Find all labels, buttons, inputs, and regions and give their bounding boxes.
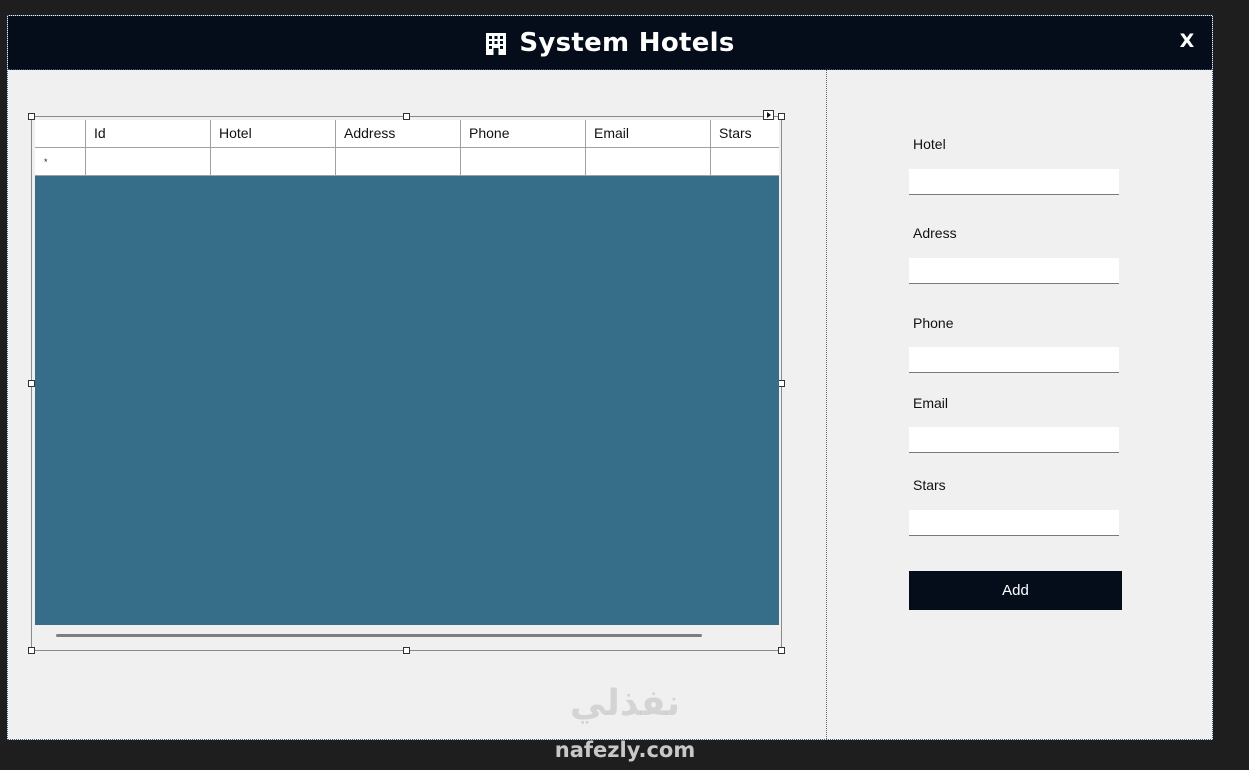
resize-handle-top-right[interactable]: [778, 113, 785, 120]
column-header-hotel[interactable]: Hotel: [211, 120, 336, 147]
cell-hotel[interactable]: [211, 148, 336, 175]
cell-phone[interactable]: [461, 148, 586, 175]
window-title-text: System Hotels: [519, 28, 735, 58]
grid-header-row: Id Hotel Address Phone Email Stars: [35, 120, 779, 148]
column-header-stars[interactable]: Stars: [711, 120, 779, 147]
close-button[interactable]: X: [1176, 28, 1198, 54]
column-header-address[interactable]: Address: [336, 120, 461, 147]
cell-address[interactable]: [336, 148, 461, 175]
phone-input[interactable]: [909, 347, 1119, 373]
resize-handle-right[interactable]: [778, 380, 785, 387]
hotel-building-icon: [486, 33, 507, 55]
email-label: Email: [913, 395, 949, 411]
hotel-label: Hotel: [913, 136, 946, 152]
scrollbar-thumb[interactable]: [56, 634, 702, 637]
resize-handle-top[interactable]: [403, 113, 410, 120]
resize-handle-top-left[interactable]: [28, 113, 35, 120]
smart-tag-arrow-icon[interactable]: [763, 110, 774, 120]
address-input[interactable]: [909, 258, 1119, 284]
title-bar: System Hotels X: [8, 16, 1212, 70]
resize-handle-bottom-left[interactable]: [28, 647, 35, 654]
hotels-data-grid[interactable]: Id Hotel Address Phone Email Stars *: [35, 120, 779, 645]
horizontal-scrollbar[interactable]: [35, 625, 779, 647]
window-title: System Hotels: [8, 16, 1212, 70]
hotel-system-window: System Hotels X Id Hotel Address Phone E…: [7, 15, 1213, 740]
email-input[interactable]: [909, 427, 1119, 453]
phone-label: Phone: [913, 315, 954, 331]
hotel-input[interactable]: [909, 169, 1119, 195]
cell-email[interactable]: [586, 148, 711, 175]
column-header-phone[interactable]: Phone: [461, 120, 586, 147]
new-row-marker-icon: *: [44, 157, 48, 167]
row-header-cell[interactable]: *: [35, 148, 86, 175]
watermark-latin-text: nafezly.com: [554, 738, 696, 762]
stars-input[interactable]: [909, 510, 1119, 536]
add-button[interactable]: Add: [909, 571, 1122, 610]
cell-stars[interactable]: [711, 148, 779, 175]
stars-label: Stars: [913, 477, 946, 493]
table-row[interactable]: *: [35, 148, 779, 176]
cell-id[interactable]: [86, 148, 211, 175]
resize-handle-left[interactable]: [28, 380, 35, 387]
grid-corner-cell[interactable]: [35, 120, 86, 147]
column-header-email[interactable]: Email: [586, 120, 711, 147]
column-header-id[interactable]: Id: [86, 120, 211, 147]
resize-handle-bottom[interactable]: [403, 647, 410, 654]
resize-handle-bottom-right[interactable]: [778, 647, 785, 654]
address-label: Adress: [913, 225, 957, 241]
